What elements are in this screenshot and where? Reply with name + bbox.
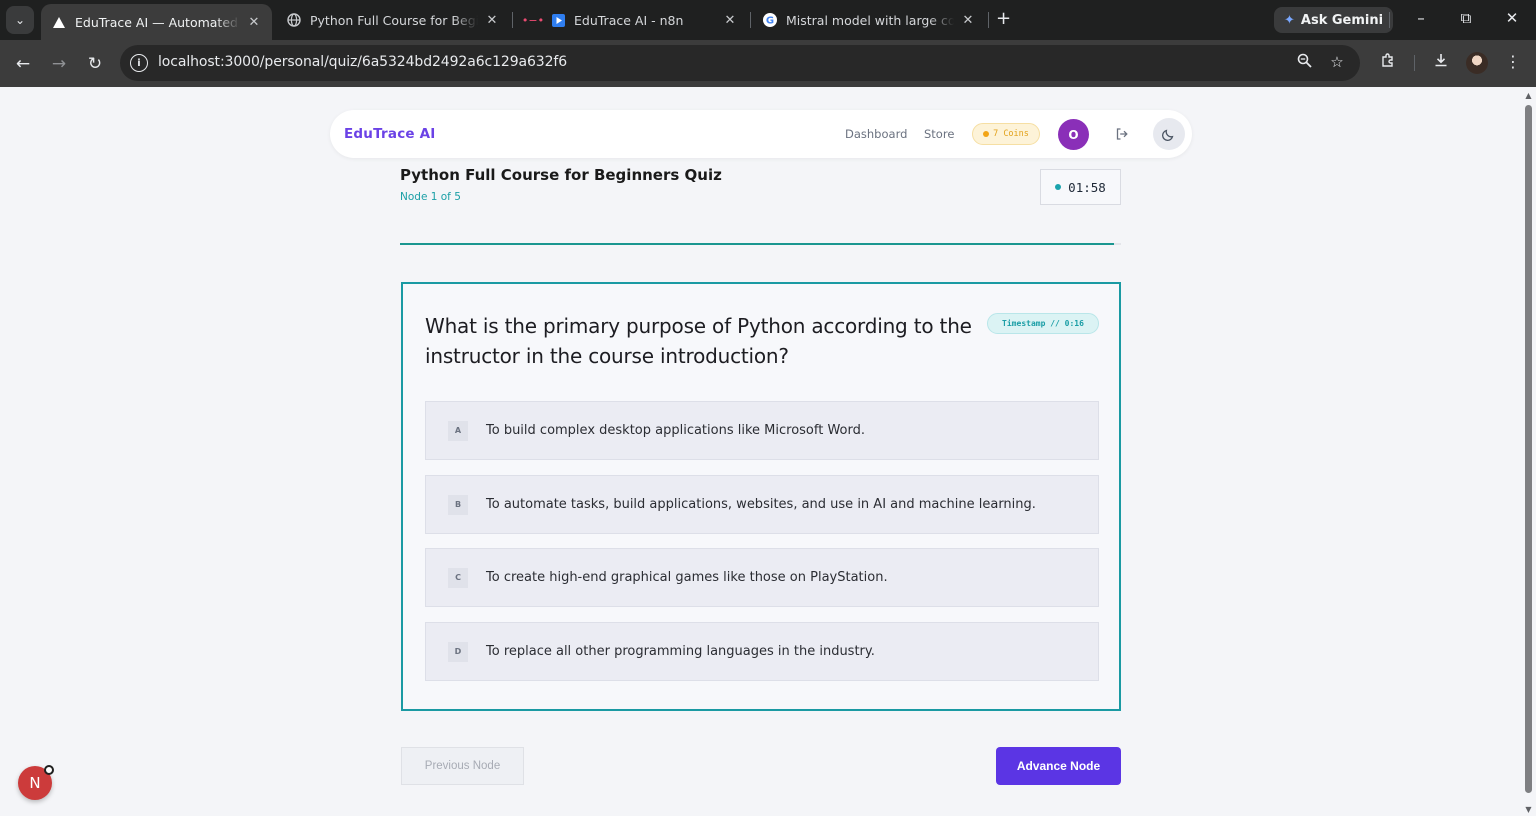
browser-toolbar: ← → ↻ i localhost:3000/personal/quiz/6a5… [0, 40, 1536, 87]
extensions-puzzle-icon[interactable] [1377, 52, 1399, 72]
tab-divider [750, 12, 751, 28]
coins-badge: 7 Coins [972, 123, 1040, 145]
browser-tab-edutrace[interactable]: EduTrace AI — Automated Vide ✕ [41, 4, 272, 40]
url-text: localhost:3000/personal/quiz/6a5324bd249… [158, 54, 568, 70]
fab-label: N [29, 774, 41, 792]
tab-divider [512, 12, 513, 28]
forward-arrow-icon[interactable]: → [47, 52, 71, 76]
toolbar-divider [1389, 12, 1390, 28]
option-key: D [448, 641, 468, 662]
close-icon[interactable]: ✕ [960, 13, 976, 28]
new-tab-plus-icon[interactable]: + [996, 9, 1011, 29]
n8n-icon: •−• [521, 13, 545, 27]
option-text: To build complex desktop applications li… [486, 423, 865, 438]
answer-option-c[interactable]: C To create high-end graphical games lik… [425, 548, 1099, 607]
quiz-title: Python Full Course for Beginners Quiz [400, 166, 722, 184]
download-icon[interactable] [1430, 52, 1452, 72]
close-icon[interactable]: ✕ [484, 13, 500, 28]
timer-dot-icon [1055, 184, 1062, 190]
option-key: C [448, 567, 468, 588]
nextjs-dev-indicator-button[interactable]: N [18, 765, 54, 800]
coins-label: 7 Coins [993, 129, 1029, 139]
answer-option-d[interactable]: D To replace all other programming langu… [425, 622, 1099, 681]
globe-icon [286, 12, 302, 28]
scroll-down-arrow-icon[interactable]: ▼ [1524, 805, 1533, 814]
profile-avatar[interactable] [1466, 52, 1488, 74]
notification-dot-icon [44, 765, 54, 775]
close-icon[interactable]: ✕ [722, 13, 738, 28]
tab-title: EduTrace AI — Automated Vide [75, 14, 240, 30]
theme-toggle-moon-icon[interactable] [1153, 118, 1185, 150]
page-viewport: EduTrace AI Dashboard Store 7 Coins O Py… [0, 87, 1521, 816]
kebab-menu-icon[interactable]: ⋮ [1502, 52, 1524, 71]
option-key: A [448, 420, 468, 441]
progress-bar [400, 243, 1121, 245]
progress-bar-fill [400, 243, 1114, 245]
google-g-icon: G [762, 12, 778, 28]
bookmark-star-icon[interactable]: ☆ [1327, 53, 1347, 71]
user-avatar[interactable]: O [1058, 119, 1089, 150]
page-scrollbar[interactable]: ▲ ▼ [1521, 87, 1536, 816]
zoom-magnifier-icon[interactable] [1294, 53, 1314, 72]
toolbar-divider [1414, 55, 1415, 71]
ask-gemini-label: Ask Gemini [1300, 12, 1384, 28]
video-play-icon [550, 12, 566, 28]
timestamp-badge[interactable]: Timestamp // 0:16 [987, 313, 1099, 334]
window-close-icon[interactable]: ✕ [1502, 9, 1522, 27]
vercel-triangle-icon [51, 14, 67, 30]
logout-icon[interactable] [1112, 124, 1132, 144]
countdown-timer: 01:58 [1040, 169, 1121, 205]
scroll-up-arrow-icon[interactable]: ▲ [1524, 91, 1533, 100]
gemini-sparkle-icon: ✦ [1284, 12, 1295, 28]
app-navbar: EduTrace AI Dashboard Store 7 Coins O [330, 110, 1192, 158]
answer-option-b[interactable]: B To automate tasks, build applications,… [425, 475, 1099, 534]
question-text: What is the primary purpose of Python ac… [425, 314, 972, 368]
tab-divider [988, 12, 989, 28]
question-card: What is the primary purpose of Python ac… [401, 282, 1121, 711]
coin-dot-icon [983, 131, 990, 137]
ask-gemini-button[interactable]: ✦ Ask Gemini [1274, 7, 1394, 33]
site-info-icon[interactable]: i [130, 54, 148, 72]
tab-search-chevron-icon[interactable]: ⌄ [6, 6, 34, 34]
browser-tab-python-course[interactable]: Python Full Course for Beginners ✕ [276, 4, 510, 36]
browser-tab-strip: ⌄ EduTrace AI — Automated Vide ✕ Python … [0, 0, 1536, 40]
brand-logo[interactable]: EduTrace AI [344, 126, 436, 142]
browser-tab-n8n[interactable]: •−• EduTrace AI - n8n ✕ [514, 4, 748, 36]
browser-tab-mistral[interactable]: G Mistral model with large conrtext ✕ [752, 4, 986, 36]
option-key: B [448, 494, 468, 515]
option-text: To replace all other programming languag… [486, 644, 875, 659]
previous-node-button[interactable]: Previous Node [401, 747, 524, 785]
reload-icon[interactable]: ↻ [83, 52, 107, 76]
svg-text:G: G [766, 16, 774, 27]
restore-icon[interactable]: ⧉ [1456, 9, 1476, 27]
node-progress-label: Node 1 of 5 [400, 191, 461, 203]
minimize-icon[interactable]: – [1411, 9, 1431, 27]
advance-node-button[interactable]: Advance Node [996, 747, 1121, 785]
tab-title: Python Full Course for Beginners [310, 12, 478, 28]
back-arrow-icon[interactable]: ← [11, 52, 35, 76]
option-text: To create high-end graphical games like … [486, 570, 888, 585]
timer-value: 01:58 [1068, 179, 1106, 195]
scrollbar-thumb[interactable] [1525, 105, 1532, 793]
nav-link-store[interactable]: Store [924, 127, 954, 141]
option-text: To automate tasks, build applications, w… [486, 497, 1036, 512]
tab-title: EduTrace AI - n8n [574, 12, 684, 28]
tab-title: Mistral model with large conrtext [786, 12, 954, 28]
close-icon[interactable]: ✕ [246, 15, 262, 30]
avatar-initial: O [1068, 127, 1079, 142]
address-bar[interactable]: i localhost:3000/personal/quiz/6a5324bd2… [120, 45, 1360, 81]
nav-link-dashboard[interactable]: Dashboard [845, 127, 907, 141]
answer-option-a[interactable]: A To build complex desktop applications … [425, 401, 1099, 460]
